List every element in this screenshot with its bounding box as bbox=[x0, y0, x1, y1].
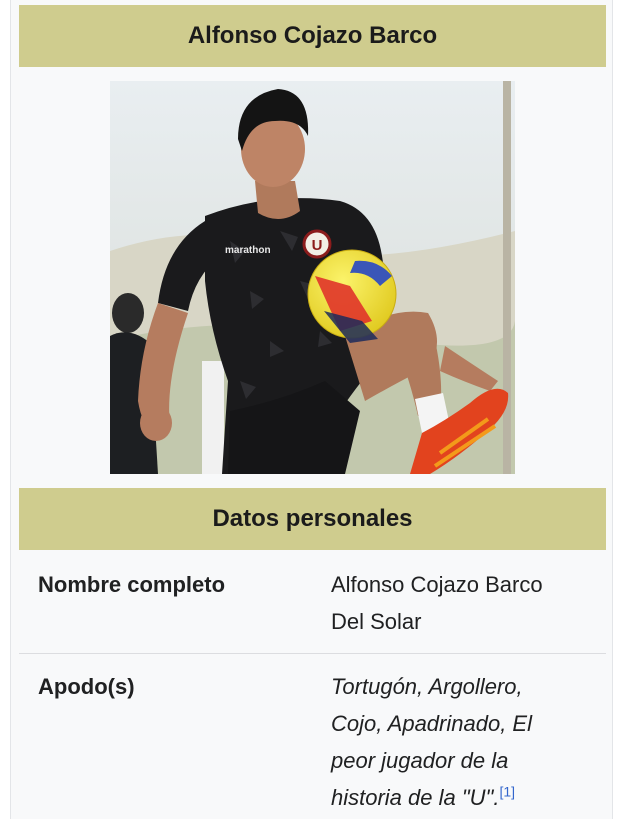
value-full-name: Alfonso Cojazo Barco Del Solar bbox=[331, 566, 591, 640]
value-nicknames-line-4-wrap: historia de la "U".[1] bbox=[331, 779, 591, 816]
infobox-title: Alfonso Cojazo Barco bbox=[19, 5, 606, 67]
jersey-brand-text: marathon bbox=[225, 245, 271, 256]
infobox: Alfonso Cojazo Barco marathon U Datos pe… bbox=[10, 0, 613, 819]
player-photo[interactable]: marathon U bbox=[110, 81, 515, 474]
section-header-personal-data: Datos personales bbox=[19, 488, 606, 550]
label-nicknames: Apodo(s) bbox=[38, 674, 135, 699]
value-nicknames-line-1: Tortugón, Argollero, bbox=[331, 674, 523, 699]
value-nicknames-line-3: peor jugador de la bbox=[331, 748, 509, 773]
value-full-name-line-1: Alfonso Cojazo Barco bbox=[331, 572, 543, 597]
value-nicknames: Tortugón, Argollero, Cojo, Apadrinado, E… bbox=[331, 668, 591, 816]
value-full-name-line-2: Del Solar bbox=[331, 609, 422, 634]
value-nicknames-line-2: Cojo, Apadrinado, El bbox=[331, 711, 532, 736]
label-full-name: Nombre completo bbox=[38, 572, 226, 597]
row-separator bbox=[19, 653, 606, 654]
reference-link[interactable]: [1] bbox=[499, 784, 515, 800]
player-photo-illustration: marathon U bbox=[110, 81, 515, 474]
club-badge-text: U bbox=[312, 237, 323, 254]
value-nicknames-line-4: historia de la "U". bbox=[331, 785, 500, 810]
